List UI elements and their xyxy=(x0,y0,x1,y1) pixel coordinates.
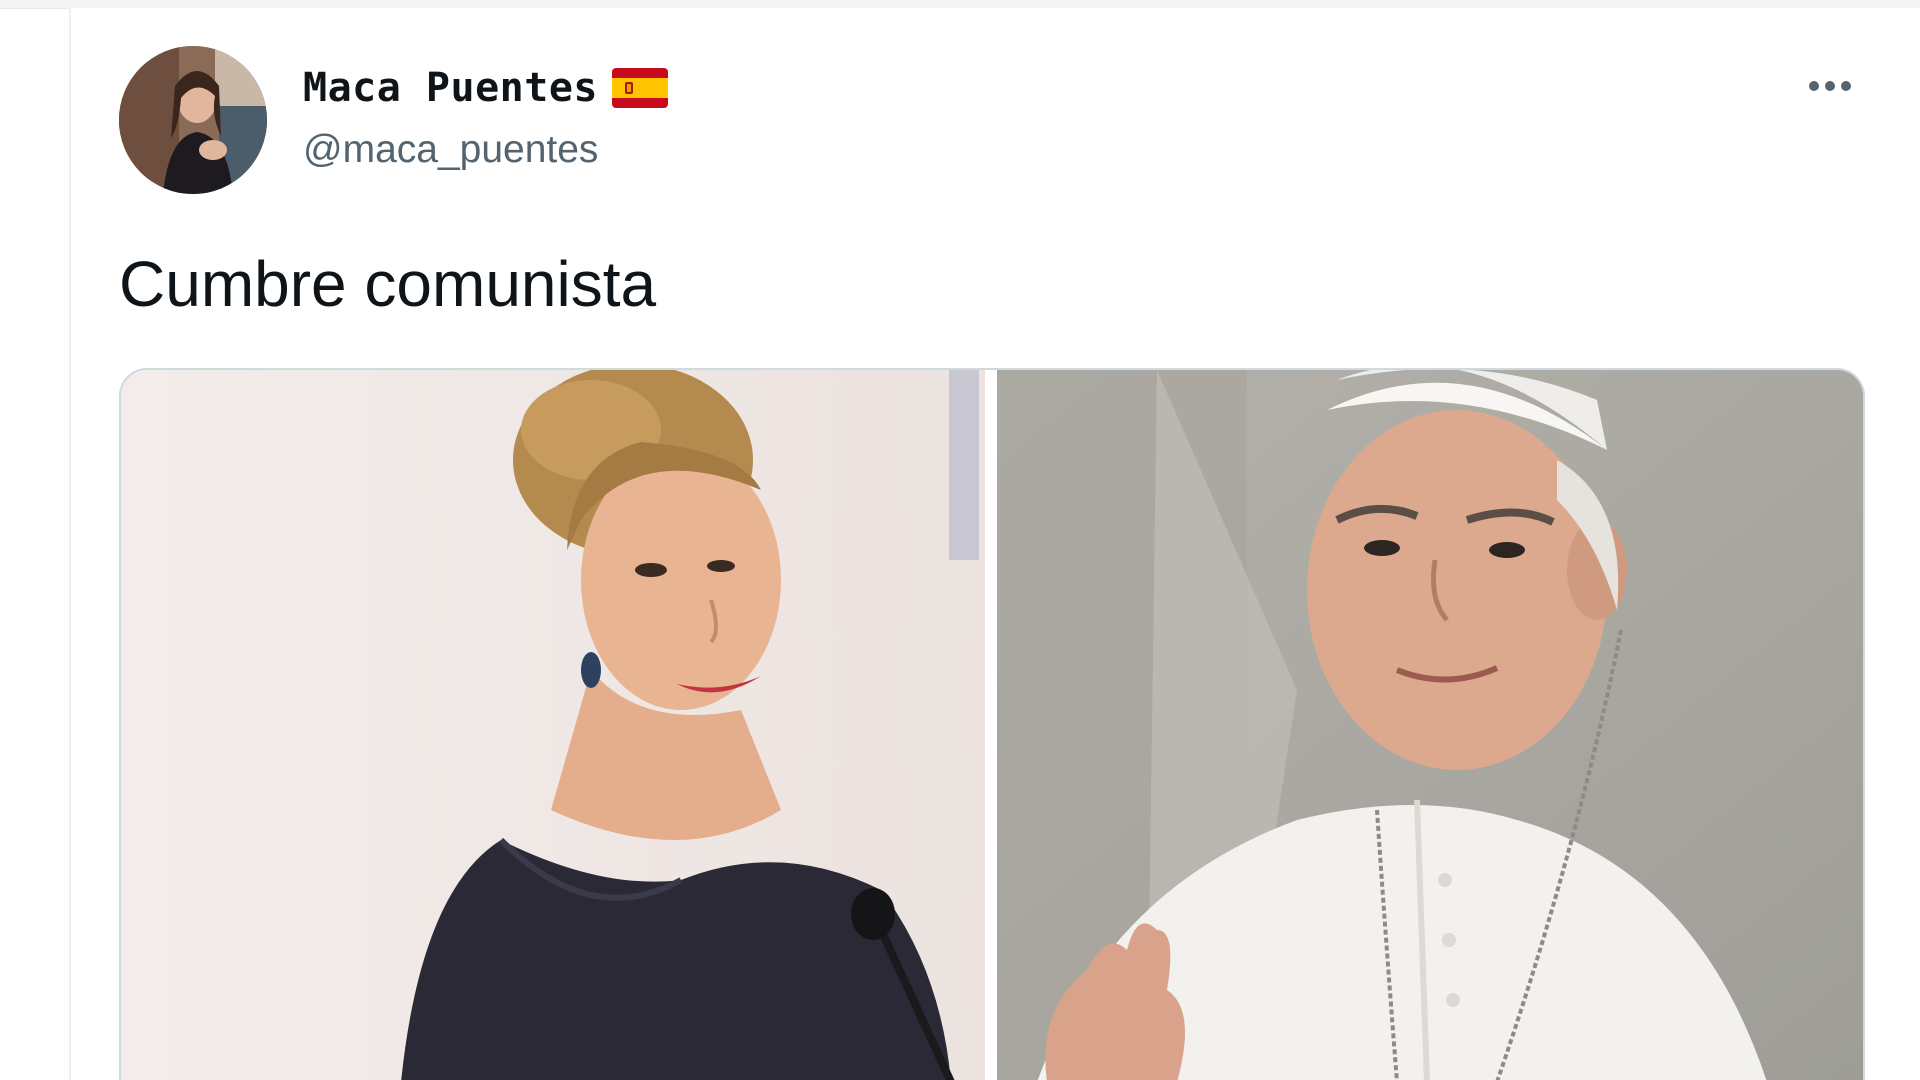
more-options-button[interactable] xyxy=(1800,66,1860,106)
photo-woman-speaking[interactable] xyxy=(121,370,985,1080)
author-display-name[interactable]: Maca Puentes xyxy=(303,65,598,111)
spain-flag-icon xyxy=(611,68,668,108)
author-avatar[interactable] xyxy=(119,46,267,194)
avatar-image xyxy=(119,46,267,194)
more-options-icon xyxy=(1809,81,1851,91)
author-handle[interactable]: @maca_puentes xyxy=(303,128,598,172)
media-divider xyxy=(985,370,997,1080)
tweet-text: Cumbre comunista xyxy=(119,248,657,320)
tweet-media-grid xyxy=(119,368,1865,1080)
author-name-row[interactable]: Maca Puentes xyxy=(303,62,668,114)
photo-pope-in-white[interactable] xyxy=(997,370,1863,1080)
